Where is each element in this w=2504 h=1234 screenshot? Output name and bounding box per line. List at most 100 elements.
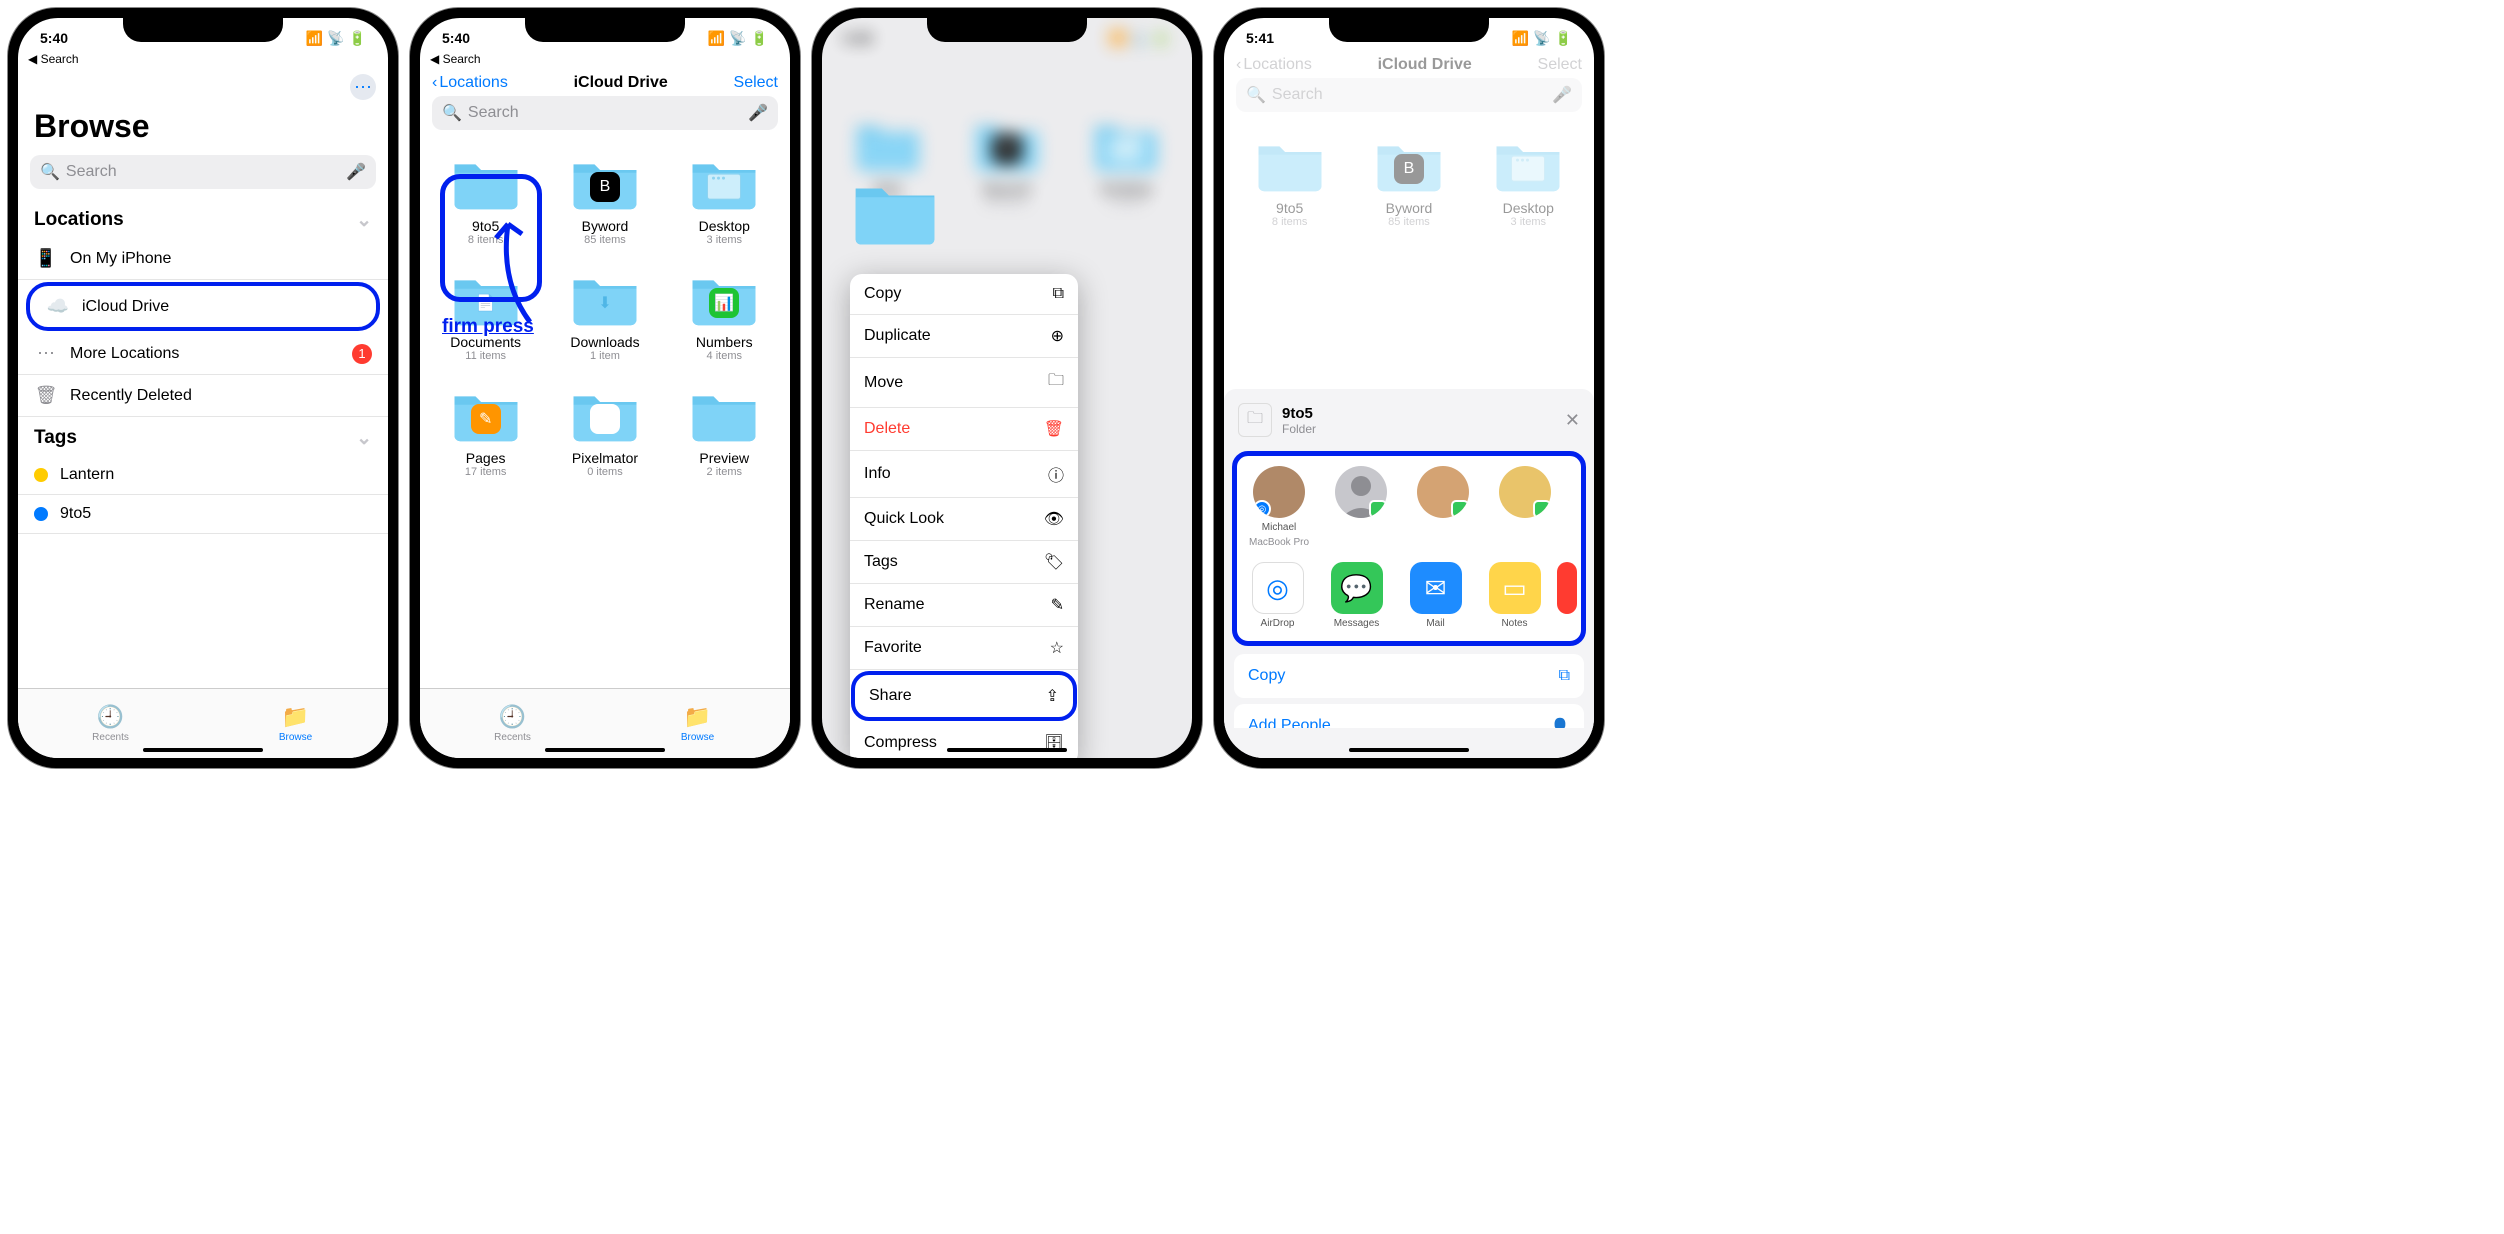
preview-folder [850, 178, 940, 248]
close-icon[interactable]: ✕ [1565, 410, 1580, 431]
home-indicator[interactable] [1349, 748, 1469, 752]
back-locations[interactable]: ‹ Locations [432, 74, 508, 92]
tags-header[interactable]: Tags⌄ [18, 417, 388, 456]
share-app-notes[interactable]: ▭ Notes [1478, 562, 1551, 629]
location-more[interactable]: ⋯ More Locations 1 [18, 333, 388, 375]
context-menu: Copy⧉Duplicate⊕Move🗀Delete🗑InfoⓘQuick Lo… [850, 274, 1078, 758]
folder-icon: 📁 [282, 704, 309, 730]
messages-badge-icon [1369, 500, 1387, 518]
person-icon: 👤 [1550, 717, 1570, 724]
move-icon: 🗀 [1048, 369, 1064, 396]
trash-icon: 🗑 [34, 385, 58, 406]
tags-icon: 🏷 [1044, 552, 1064, 572]
search-input[interactable]: 🔍 Search 🎤 [30, 155, 376, 189]
page-title: Browse [18, 104, 388, 155]
context-rename[interactable]: Rename✎ [850, 584, 1078, 627]
folder-pixelmator[interactable]: 🖌 Pixelmator 0 items [545, 382, 664, 496]
more-button[interactable]: ⋯ [350, 74, 376, 100]
quick-look-icon: 👁 [1044, 509, 1064, 529]
ellipsis-icon: ⋯ [34, 343, 58, 364]
folder-pages[interactable]: ✎ Pages 17 items [426, 382, 545, 496]
contact[interactable] [1405, 466, 1481, 548]
rename-icon: ✎ [1051, 595, 1064, 615]
folder-downloads[interactable]: ⬇ Downloads 1 item [545, 266, 664, 380]
folder-icon: 🗀 [1238, 403, 1272, 437]
contact[interactable] [1323, 466, 1399, 548]
share-action-copy[interactable]: Copy⧉ [1234, 654, 1584, 698]
phone-2: 5:40 📶📡🔋 ◀ Search ‹ Locations iCloud Dri… [410, 8, 800, 768]
badge-count: 1 [352, 344, 372, 364]
location-on-my-iphone[interactable]: 📱 On My iPhone [18, 238, 388, 280]
location-recently-deleted[interactable]: 🗑 Recently Deleted [18, 375, 388, 417]
context-quick-look[interactable]: Quick Look👁 [850, 498, 1078, 541]
tag-9to5[interactable]: 9to5 [18, 495, 388, 534]
context-info[interactable]: Infoⓘ [850, 451, 1078, 498]
folder-byword[interactable]: B Byword 85 items [1349, 132, 1468, 246]
folder-9to5[interactable]: 9to5 8 items [1230, 132, 1349, 246]
home-indicator[interactable] [545, 748, 665, 752]
signal-icon: 📶 [306, 30, 323, 47]
tag-dot-blue [34, 507, 48, 521]
context-duplicate[interactable]: Duplicate⊕ [850, 315, 1078, 358]
folder-byword[interactable]: B Byword 85 items [545, 150, 664, 264]
app-extensions-row: ◎ AirDrop 💬 Messages ✉ Mail ▭ Notes [1241, 558, 1577, 639]
share-icon: ⇪ [1046, 686, 1059, 706]
context-move[interactable]: Move🗀 [850, 358, 1078, 408]
messages-badge-icon [1451, 500, 1469, 518]
cloud-icon: ☁️ [46, 296, 70, 317]
search-icon: 🔍 [442, 103, 462, 123]
favorite-icon: ☆ [1050, 638, 1064, 658]
select-button[interactable]: Select [734, 74, 778, 92]
home-indicator[interactable] [143, 748, 263, 752]
tag-lantern[interactable]: Lantern [18, 456, 388, 495]
clock-icon: 🕘 [97, 704, 124, 730]
phone-4: 5:41 📶📡🔋 ‹ Locations iCloud Drive Select… [1214, 8, 1604, 768]
share-sheet: 🗀 9to5 Folder ✕ ◎ Michael MacBook Pro [1224, 389, 1594, 758]
search-input[interactable]: 🔍 Search 🎤 [432, 96, 778, 130]
info-icon: ⓘ [1048, 462, 1064, 486]
airdrop-contacts-row: ◎ Michael MacBook Pro [1241, 462, 1577, 558]
locations-header[interactable]: Locations⌄ [18, 199, 388, 238]
location-icloud-drive[interactable]: ☁️ iCloud Drive [26, 282, 380, 331]
chevron-down-icon: ⌄ [356, 427, 372, 450]
nav-title: iCloud Drive [574, 74, 668, 92]
share-app-mail[interactable]: ✉ Mail [1399, 562, 1472, 629]
context-share[interactable]: Share⇪ [851, 671, 1077, 721]
context-tags[interactable]: Tags🏷 [850, 541, 1078, 584]
airdrop-contact[interactable]: ◎ Michael MacBook Pro [1241, 466, 1317, 548]
folder-9to5[interactable]: 9to5 8 items [426, 150, 545, 264]
folder-numbers[interactable]: 📊 Numbers 4 items [665, 266, 784, 380]
share-app-airdrop[interactable]: ◎ AirDrop [1241, 562, 1314, 629]
context-delete[interactable]: Delete🗑 [850, 408, 1078, 451]
delete-icon: 🗑 [1044, 419, 1064, 439]
contact[interactable] [1487, 466, 1563, 548]
avatar [1335, 466, 1387, 518]
airdrop-icon: ◎ [1252, 562, 1304, 614]
folder-preview[interactable]: Preview 2 items [665, 382, 784, 496]
back-search[interactable]: ◀ Search [420, 52, 790, 70]
home-indicator[interactable] [947, 748, 1067, 752]
back-locations: ‹ Locations [1236, 56, 1312, 74]
context-copy[interactable]: Copy⧉ [850, 274, 1078, 315]
avatar [1417, 466, 1469, 518]
context-favorite[interactable]: Favorite☆ [850, 627, 1078, 670]
wifi-icon: 📡 [327, 30, 344, 47]
share-app-messages[interactable]: 💬 Messages [1320, 562, 1393, 629]
folder-desktop[interactable]: Desktop 3 items [1469, 132, 1588, 246]
messages-badge-icon [1533, 500, 1551, 518]
mic-icon[interactable]: 🎤 [748, 103, 768, 123]
folder-byword[interactable]: B Byword 85 items [947, 112, 1066, 226]
context-compress[interactable]: Compress🗄 [850, 722, 1078, 758]
duplicate-icon: ⊕ [1051, 326, 1064, 346]
folder-desktop[interactable]: Desktop 3 items [1067, 112, 1186, 226]
folder-desktop[interactable]: Desktop 3 items [665, 150, 784, 264]
avatar [1499, 466, 1551, 518]
chevron-down-icon: ⌄ [356, 209, 372, 232]
mic-icon[interactable]: 🎤 [346, 162, 366, 182]
share-item-name: 9to5 [1282, 405, 1316, 422]
share-item-kind: Folder [1282, 422, 1316, 436]
back-search[interactable]: ◀ Search [18, 52, 388, 70]
copy-icon: ⧉ [1559, 667, 1570, 685]
notes-icon: ▭ [1489, 562, 1541, 614]
share-action-add-people[interactable]: Add People👤 [1234, 704, 1584, 728]
